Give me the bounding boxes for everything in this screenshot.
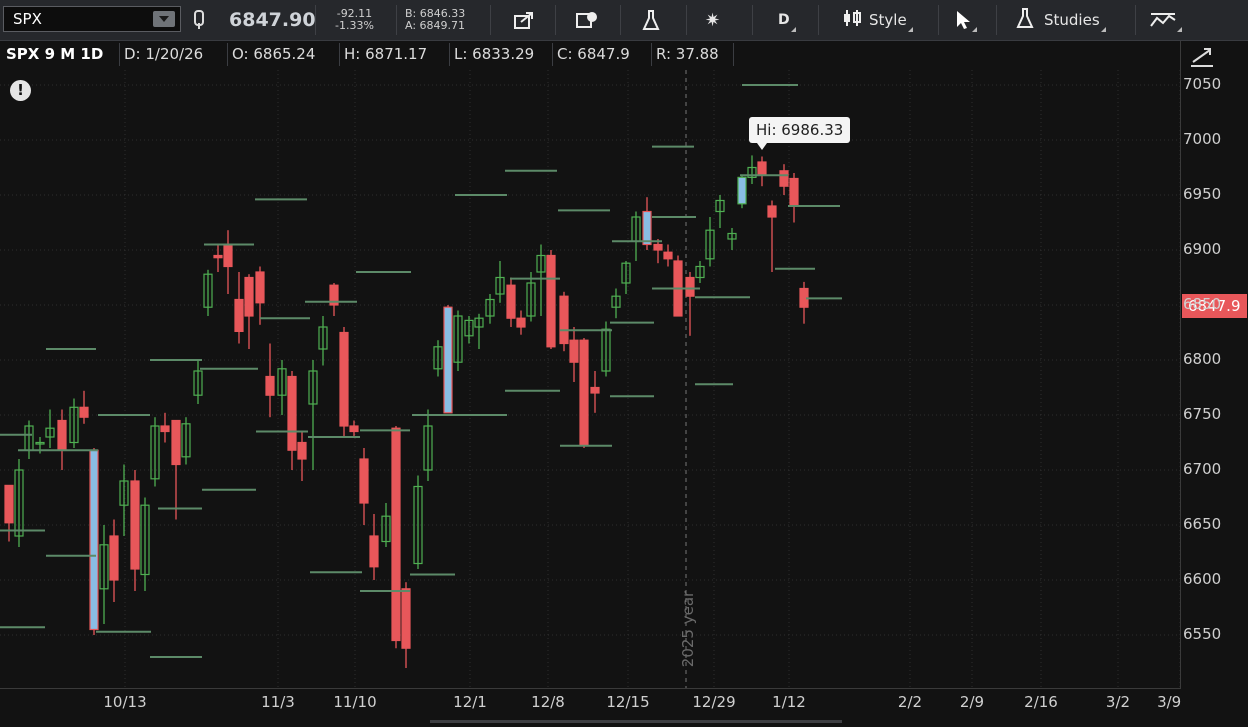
date-tick-label: 12/29 bbox=[692, 693, 736, 711]
candle-body bbox=[642, 210, 652, 246]
candle-body bbox=[391, 427, 401, 642]
candle-body bbox=[160, 425, 170, 433]
candle-body bbox=[579, 339, 589, 447]
candle-body bbox=[506, 284, 516, 319]
candle-body bbox=[79, 406, 89, 418]
price-tick-label: 7000 bbox=[1183, 130, 1222, 148]
candle-body bbox=[349, 425, 359, 433]
date-tick-label: 12/15 bbox=[606, 693, 650, 711]
candle-body bbox=[223, 243, 233, 268]
price-tick-label: 6950 bbox=[1183, 185, 1222, 203]
candle-body bbox=[757, 161, 767, 176]
date-tick-label: 3/9 bbox=[1157, 693, 1182, 711]
high-callout: Hi: 6986.33 bbox=[749, 117, 851, 150]
candle-body bbox=[443, 306, 453, 414]
date-tick-label: 2/2 bbox=[897, 693, 923, 711]
candle-body bbox=[109, 535, 119, 581]
candle-body bbox=[57, 419, 67, 451]
candle-body bbox=[685, 276, 695, 297]
date-tick-label: 2/16 bbox=[1024, 693, 1058, 711]
candle-body bbox=[287, 375, 297, 451]
price-tick-label: 6650 bbox=[1183, 515, 1222, 533]
candle-body bbox=[213, 254, 223, 259]
candle-body bbox=[516, 317, 526, 328]
candle-body bbox=[546, 254, 556, 348]
price-tick-label: 6800 bbox=[1183, 350, 1222, 368]
price-tick-label: 6600 bbox=[1183, 570, 1222, 588]
candle-body bbox=[779, 170, 789, 187]
expand-axis-icon[interactable] bbox=[1188, 44, 1216, 74]
date-tick-label: 3/2 bbox=[1105, 693, 1131, 711]
date-tick-label: 1/12 bbox=[772, 693, 806, 711]
candle-body bbox=[559, 295, 569, 345]
candle-body bbox=[789, 177, 799, 207]
candle-body bbox=[265, 375, 275, 396]
candle-body bbox=[339, 331, 349, 427]
date-tick-label: 10/13 bbox=[103, 693, 147, 711]
candle-body bbox=[234, 298, 244, 332]
date-tick-label: 2/9 bbox=[959, 693, 985, 711]
candle-body bbox=[130, 480, 140, 570]
candle-body bbox=[767, 205, 777, 218]
candle-body bbox=[590, 386, 600, 394]
date-tick-label: 11/3 bbox=[261, 693, 295, 711]
date-tick-label: 12/1 bbox=[453, 693, 487, 711]
date-tick-label: 12/8 bbox=[531, 693, 565, 711]
candle-body bbox=[737, 176, 747, 205]
candle-body bbox=[653, 243, 663, 251]
candle-body bbox=[244, 276, 254, 317]
candle-body bbox=[297, 441, 307, 460]
year-marker-label: 2025 year bbox=[679, 590, 698, 668]
candle-body bbox=[4, 484, 14, 524]
candle-body bbox=[663, 251, 673, 260]
date-tick-label: 11/10 bbox=[333, 693, 377, 711]
candle-body bbox=[171, 419, 181, 466]
price-tick-label: 6850 bbox=[1183, 295, 1222, 313]
price-tick-label: 6900 bbox=[1183, 240, 1222, 258]
price-tick-label: 7050 bbox=[1183, 75, 1222, 93]
candle-body bbox=[255, 271, 265, 304]
candle-body bbox=[369, 535, 379, 568]
candle-body bbox=[89, 449, 99, 631]
candle-body bbox=[569, 339, 579, 363]
price-chart[interactable] bbox=[0, 0, 1180, 690]
price-tick-label: 6550 bbox=[1183, 625, 1222, 643]
candle-body bbox=[359, 458, 369, 504]
price-tick-label: 6700 bbox=[1183, 460, 1222, 478]
alert-icon[interactable]: ! bbox=[10, 80, 31, 101]
horizontal-scrollbar[interactable] bbox=[430, 720, 842, 723]
candle-body bbox=[401, 588, 411, 649]
price-tick-label: 6750 bbox=[1183, 405, 1222, 423]
